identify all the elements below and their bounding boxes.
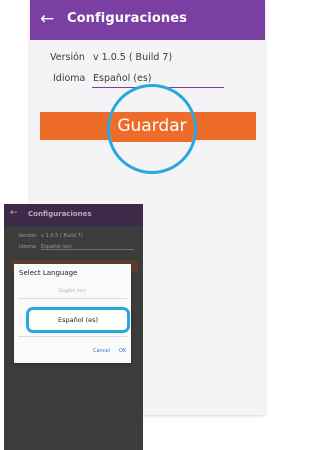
app-bar-dimmed: ← Configuraciones <box>4 204 143 226</box>
arrow-left-icon: ← <box>10 208 18 218</box>
save-button-label: Guardar <box>117 116 187 136</box>
language-option-spanish[interactable]: Español (es) <box>26 307 130 333</box>
arrow-left-icon[interactable]: ← <box>40 8 54 30</box>
cancel-button[interactable]: Cancel <box>93 348 110 354</box>
language-option-spanish-label: Español (es) <box>57 316 99 324</box>
language-underline-dimmed <box>41 249 134 250</box>
ok-button[interactable]: OK <box>119 348 126 354</box>
language-label: Idioma <box>53 73 86 84</box>
language-field[interactable]: Español (es) <box>93 73 152 84</box>
option-divider <box>18 336 127 337</box>
version-label: Versión <box>50 52 85 63</box>
app-bar: ← Configuraciones <box>30 0 265 40</box>
option-divider <box>18 298 127 299</box>
page-title: Configuraciones <box>67 11 187 26</box>
page-title-dimmed: Configuraciones <box>28 210 92 218</box>
version-label-dimmed: Versión <box>18 233 37 239</box>
save-button-zoom: Guardar <box>107 84 197 174</box>
version-value: v 1.0.5 ( Build 7) <box>93 52 173 63</box>
language-label-dimmed: Idioma <box>19 244 37 250</box>
version-value-dimmed: v 1.0.5 ( Build 7) <box>41 233 83 239</box>
language-option-english[interactable]: English (en) <box>14 289 131 294</box>
language-dialog-screenshot: ← Configuraciones Versión v 1.0.5 ( Buil… <box>4 204 143 450</box>
dialog-title: Select Language <box>19 269 78 277</box>
